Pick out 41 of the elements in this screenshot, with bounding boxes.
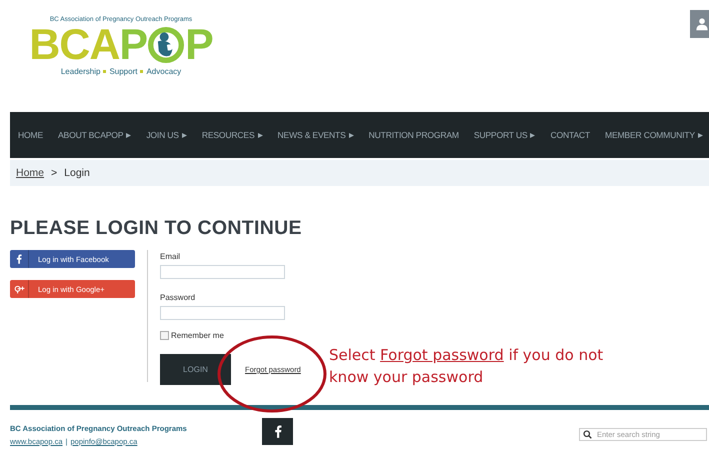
breadcrumb-separator: >: [51, 167, 58, 179]
account-button[interactable]: [690, 10, 709, 38]
person-icon: [695, 17, 709, 31]
nav-item[interactable]: SUPPORT US: [474, 130, 536, 140]
annotation-text: Select Forgot password if you do not know your password: [329, 345, 604, 388]
tagline-word: Leadership: [60, 66, 100, 77]
submenu-arrow-icon: [258, 132, 262, 138]
login-button[interactable]: LOGIN: [160, 354, 231, 385]
nav-item[interactable]: RESOURCES: [202, 130, 262, 140]
tagline-word: Support: [109, 66, 138, 77]
logo-wordmark-end: P: [185, 24, 213, 66]
remember-checkbox[interactable]: [160, 331, 169, 340]
google-plus-icon: [14, 284, 24, 294]
facebook-button[interactable]: [262, 418, 293, 445]
nav-item[interactable]: ABOUT BCAPOP: [58, 130, 132, 140]
facebook-icon: [274, 425, 282, 438]
breadcrumb-link[interactable]: Home: [16, 167, 44, 179]
submenu-arrow-icon: [348, 132, 354, 138]
mother-child-icon: [148, 27, 184, 63]
submenu-arrow-icon: [126, 132, 132, 138]
logo-wordmark-letter: P: [119, 24, 148, 66]
email-label: Email: [160, 252, 180, 262]
page-heading: PLEASE LOGIN TO CONTINUE: [10, 216, 303, 240]
remember-label: Remember me: [171, 331, 224, 340]
logo-wordmark-start: BCA: [29, 24, 120, 66]
submenu-arrow-icon: [530, 132, 536, 138]
submenu-arrow-icon: [182, 132, 187, 138]
breadcrumb-current: Login: [64, 167, 90, 179]
submenu-arrow-icon: [698, 132, 703, 138]
nav-item[interactable]: NEWS & EVENTS: [278, 130, 354, 140]
search-icon: [583, 430, 592, 439]
password-label: Password: [160, 293, 196, 303]
nav-item[interactable]: CONTACT: [550, 130, 590, 140]
password-field[interactable]: [160, 306, 285, 320]
nav-item[interactable]: NUTRITION PROGRAM: [368, 130, 459, 140]
nav-item[interactable]: JOIN US: [146, 130, 187, 140]
nav-item[interactable]: MEMBER COMMUNITY: [604, 130, 703, 140]
facebook-icon: [16, 254, 22, 264]
tagline-word: Advocacy: [146, 66, 182, 77]
nav-item[interactable]: HOME: [18, 130, 43, 140]
email-field[interactable]: [160, 265, 285, 279]
